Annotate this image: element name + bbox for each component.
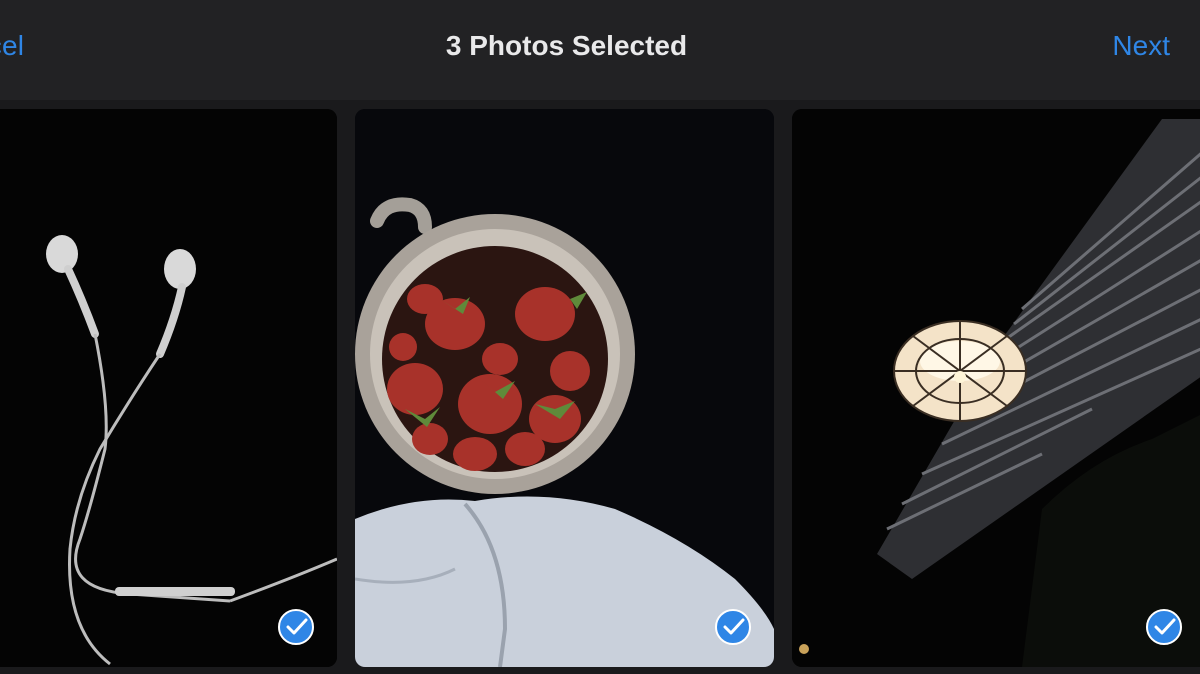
- next-button[interactable]: Next: [1112, 30, 1170, 62]
- selected-checkmark-icon: [715, 609, 751, 645]
- earphones-photo: [0, 109, 337, 667]
- photo-tile-strawberries[interactable]: [355, 109, 774, 667]
- navigation-bar: ncel 3 Photos Selected Next: [0, 0, 1200, 101]
- selected-checkmark-icon: [278, 609, 314, 645]
- photo-tile-pendant-lamp[interactable]: [792, 109, 1200, 667]
- page-title: 3 Photos Selected: [445, 30, 688, 61]
- pendant-lamp-photo: [792, 109, 1200, 667]
- strawberries-photo: [355, 109, 774, 667]
- photo-tile-earphones[interactable]: [0, 109, 337, 667]
- photo-picker-screen: ncel 3 Photos Selected Next: [0, 0, 1200, 674]
- photo-grid: [0, 100, 1200, 674]
- selected-checkmark-icon: [1146, 609, 1182, 645]
